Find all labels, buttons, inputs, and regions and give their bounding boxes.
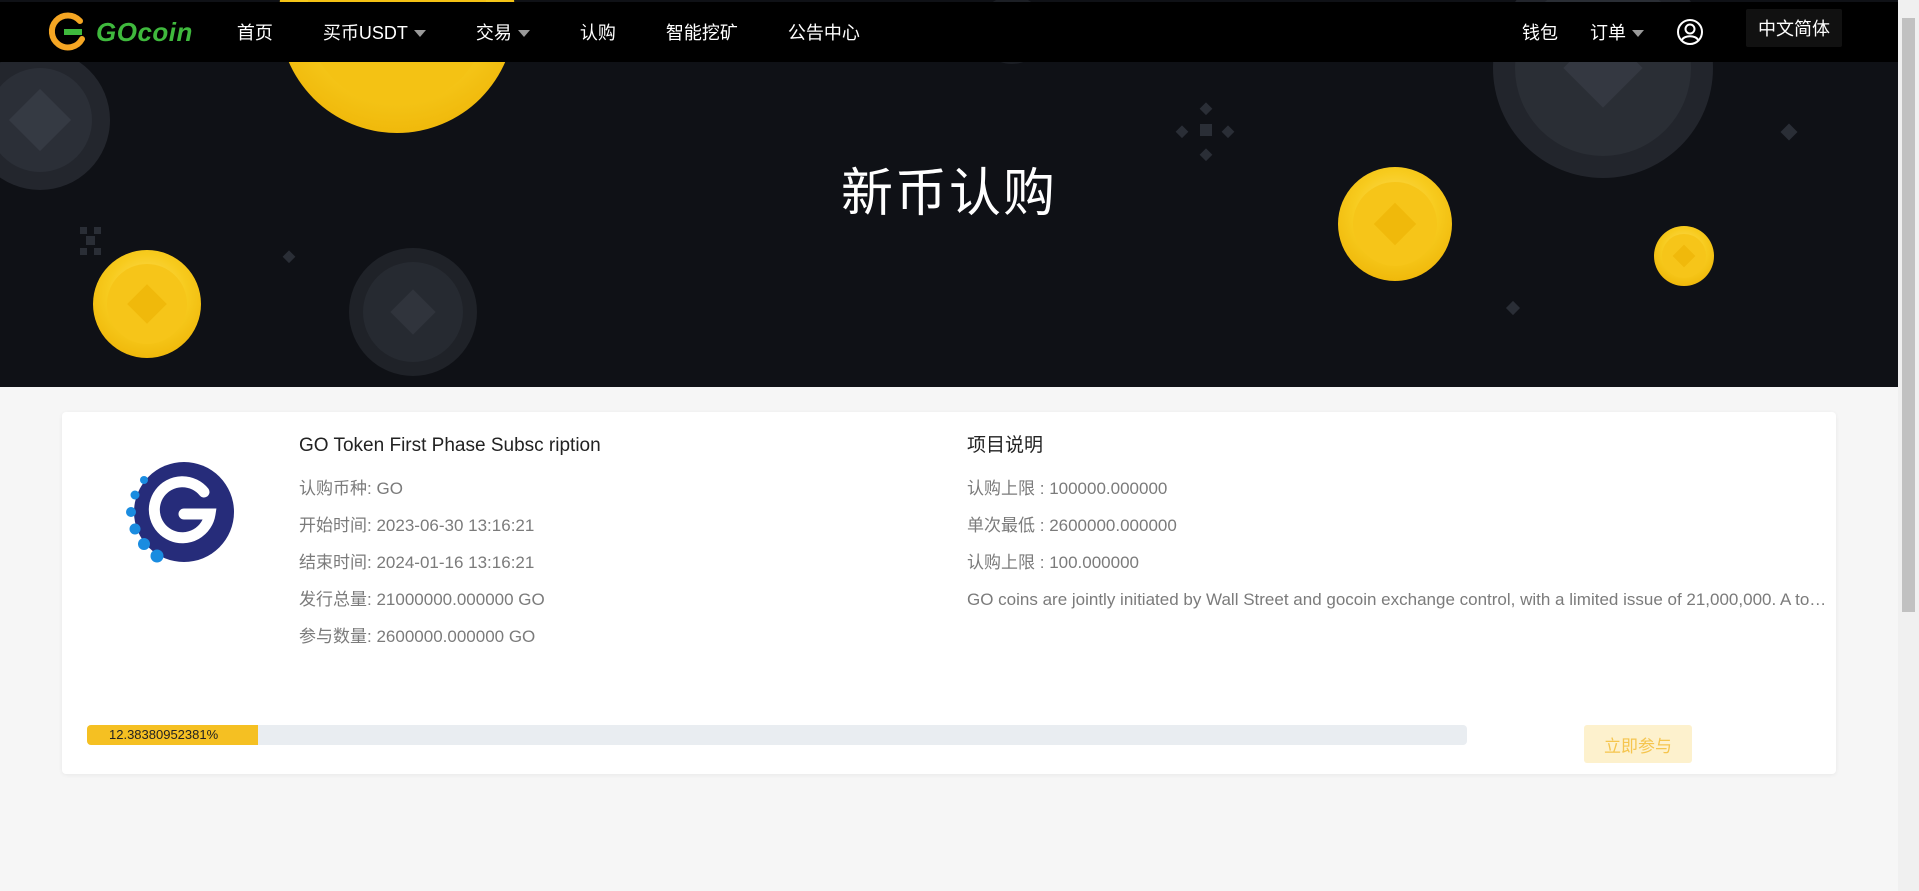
info-row-participation: 参与数量: 2600000.000000 GO <box>299 618 919 655</box>
info-value: 100000.000000 <box>1049 479 1168 498</box>
nav-item-subscribe[interactable]: 认购 <box>580 19 616 45</box>
info-value: 2023-06-30 13:16:21 <box>376 516 535 535</box>
info-row-currency: 认购币种: GO <box>299 470 919 507</box>
info-value: 21000000.000000 GO <box>376 590 545 609</box>
project-description-title: 项目说明 <box>967 435 1044 456</box>
nav-item-label: 买币USDT <box>322 23 408 43</box>
info-label: 单次最低 : <box>967 516 1045 535</box>
progress-fill: 12.38380952381% <box>87 725 258 745</box>
info-label: 认购上限 : <box>967 553 1045 572</box>
hero-title: 新币认购 <box>840 165 1057 223</box>
info-value: GO <box>376 479 403 498</box>
gocoin-logo-icon <box>48 12 85 51</box>
nav-right: 钱包 订单 中文简体 <box>1522 9 1842 47</box>
nav-item-label: 首页 <box>236 23 273 43</box>
subscription-details: GO Token First Phase Subsc ription 认购币种:… <box>299 432 919 655</box>
info-value: 2600000.000000 <box>1049 516 1177 535</box>
project-description-text: GO coins are jointly initiated by Wall S… <box>967 590 1829 609</box>
page-scrollbar[interactable] <box>1898 0 1919 891</box>
subscription-card: GO Token First Phase Subsc ription 认购币种:… <box>62 412 1836 774</box>
nav-item-label: 订单 <box>1590 23 1626 43</box>
brand-name: GOcoin <box>96 16 193 47</box>
nav-item-label: 智能挖矿 <box>665 23 738 43</box>
subscription-title: GO Token First Phase Subsc ription <box>299 435 601 456</box>
info-label: 参与数量: <box>299 627 372 646</box>
info-row-end-time: 结束时间: 2024-01-16 13:16:21 <box>299 544 919 581</box>
info-row-single-minimum: 单次最低 : 2600000.000000 <box>967 507 1827 544</box>
nav-item-label: 认购 <box>579 23 616 43</box>
info-value: 2024-01-16 13:16:21 <box>376 553 535 572</box>
info-label: 认购上限 : <box>967 479 1045 498</box>
info-row-start-time: 开始时间: 2023-06-30 13:16:21 <box>299 507 919 544</box>
nav-item-orders[interactable]: 订单 <box>1590 19 1644 45</box>
info-label: 认购币种: <box>299 479 372 498</box>
top-navigation: GOcoin 首页 买币USDT 交易 认购 智能挖矿 公告中心 钱包 订单 中… <box>0 2 1898 62</box>
nav-item-announcements[interactable]: 公告中心 <box>788 19 860 45</box>
join-now-button[interactable]: 立即参与 <box>1584 725 1692 763</box>
info-row-subscription-limit: 认购上限 : 100000.000000 <box>967 470 1827 507</box>
caret-down-icon <box>413 30 426 37</box>
nav-item-mining[interactable]: 智能挖矿 <box>666 19 738 45</box>
go-token-logo-icon <box>126 462 234 563</box>
nav-item-label: 交易 <box>475 23 512 43</box>
project-description: 项目说明 认购上限 : 100000.000000 单次最低 : 2600000… <box>967 432 1829 618</box>
scrollbar-thumb[interactable] <box>1902 18 1915 612</box>
caret-down-icon <box>1632 30 1644 37</box>
nav-item-trade[interactable]: 交易 <box>476 19 530 45</box>
language-selector[interactable]: 中文简体 <box>1746 9 1842 47</box>
info-value: 2600000.000000 GO <box>376 627 536 646</box>
info-label: 结束时间: <box>299 553 372 572</box>
brand[interactable]: GOcoin <box>46 11 193 53</box>
info-label: 开始时间: <box>299 516 372 535</box>
nav-item-home[interactable]: 首页 <box>237 19 273 45</box>
nav-item-label: 钱包 <box>1522 23 1558 43</box>
subscription-progress-bar: 12.38380952381% <box>87 725 1467 745</box>
info-label: 发行总量: <box>299 590 372 609</box>
nav-items: 首页 买币USDT 交易 认购 智能挖矿 公告中心 <box>237 19 910 45</box>
nav-item-label: 公告中心 <box>787 23 860 43</box>
caret-down-icon <box>517 30 530 37</box>
nav-item-wallet[interactable]: 钱包 <box>1522 19 1558 45</box>
info-value: 100.000000 <box>1049 553 1140 572</box>
info-row-subscription-cap: 认购上限 : 100.000000 <box>967 544 1827 581</box>
info-row-total-issue: 发行总量: 21000000.000000 GO <box>299 581 919 618</box>
nav-item-buy-usdt[interactable]: 买币USDT <box>323 19 426 45</box>
user-circle-icon[interactable] <box>1676 18 1704 46</box>
